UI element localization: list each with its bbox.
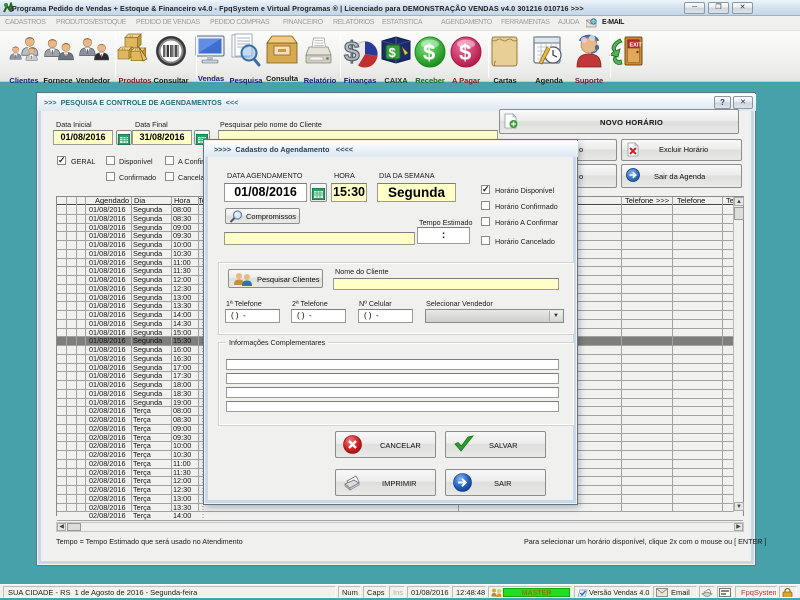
svg-text:$: $ xyxy=(344,36,360,67)
svg-text:EXIT: EXIT xyxy=(630,43,643,49)
svg-text:$: $ xyxy=(389,45,397,60)
svg-text:$: $ xyxy=(459,40,471,65)
svg-text:$: $ xyxy=(423,40,435,65)
